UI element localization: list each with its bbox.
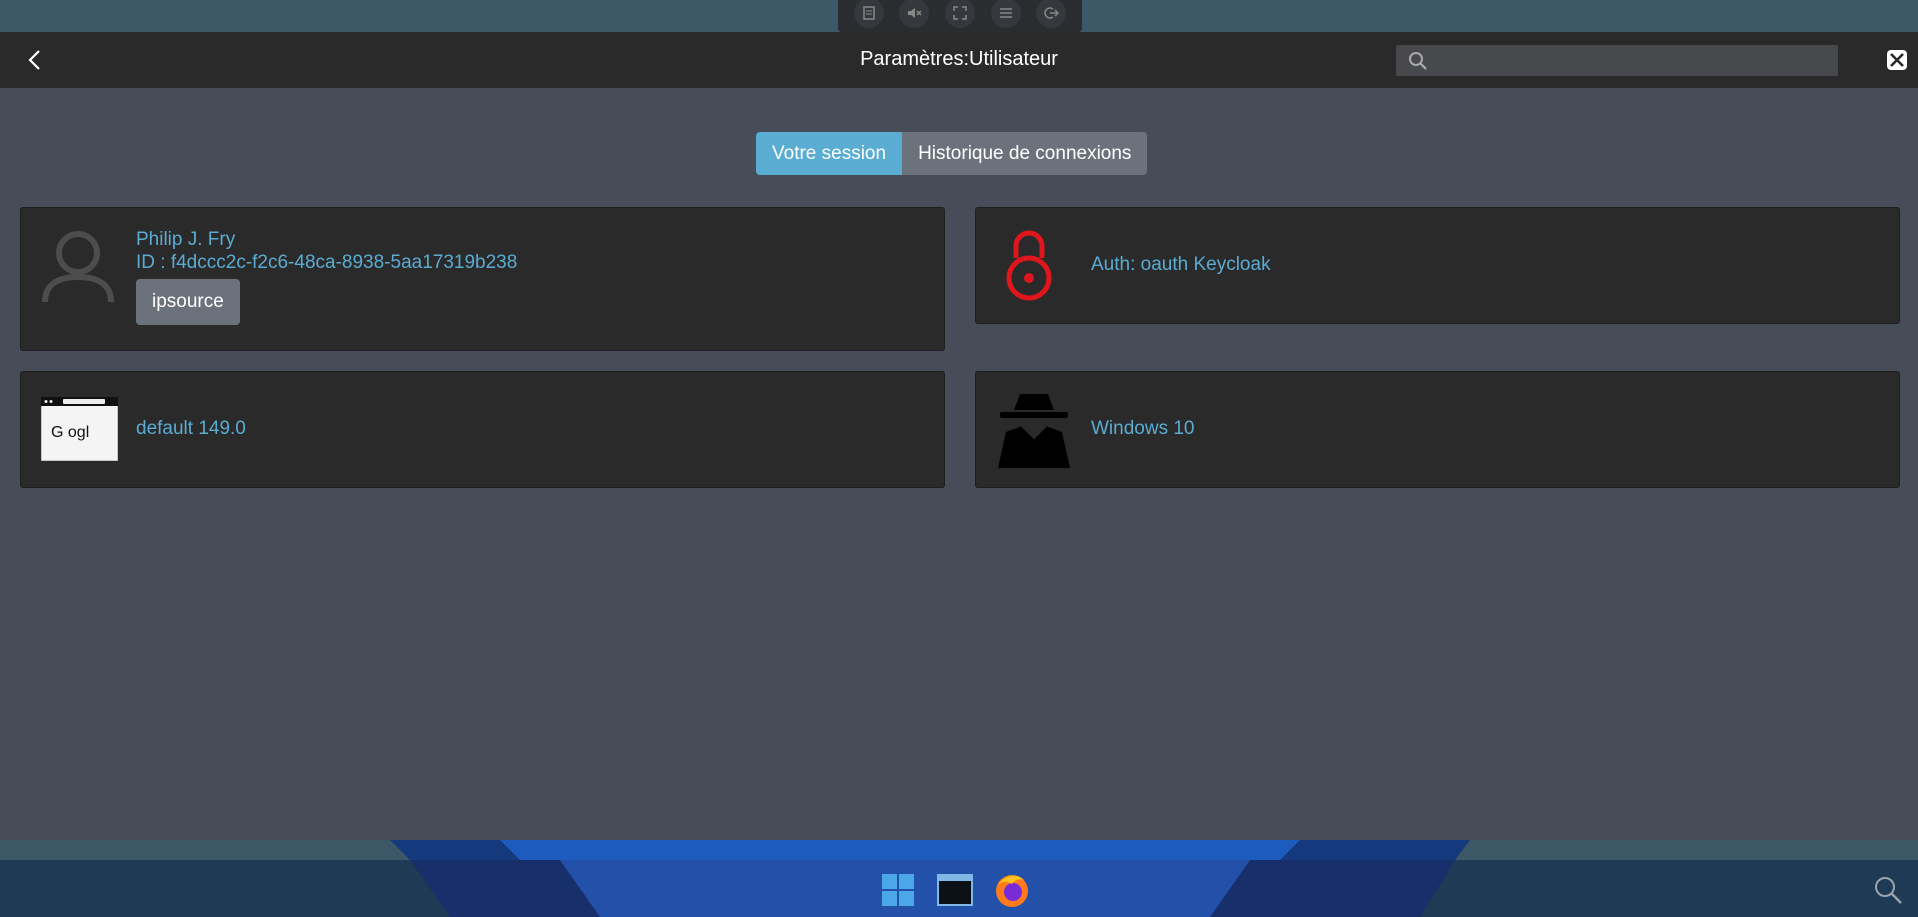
- tab-votre-session[interactable]: Votre session: [756, 132, 903, 175]
- auth-text: Auth: oauth Keycloak: [1091, 254, 1271, 275]
- tab-historique-connexions[interactable]: Historique de connexions: [902, 132, 1148, 175]
- taskbar: [0, 860, 1918, 917]
- remote-toolbar: [838, 0, 1082, 32]
- user-card: Philip J. Fry ID : f4dccc2c-f2c6-48ca-89…: [20, 207, 945, 351]
- user-id: ID : f4dccc2c-f2c6-48ca-8938-5aa17319b23…: [136, 252, 518, 273]
- user-name: Philip J. Fry: [136, 229, 236, 250]
- browser-thumbnail-text: G ogl: [51, 424, 90, 441]
- clipboard-icon[interactable]: [853, 0, 884, 28]
- settings-window: Paramètres:Utilisateur Votre session His…: [0, 32, 1918, 840]
- window-app-icon[interactable]: [937, 872, 973, 908]
- firefox-icon[interactable]: [994, 872, 1030, 908]
- browser-version: default 149.0: [136, 418, 246, 439]
- os-card: Windows 10: [975, 371, 1900, 488]
- titlebar: Paramètres:Utilisateur: [0, 32, 1918, 88]
- session-tabs: Votre session Historique de connexions: [756, 132, 1148, 175]
- search-box[interactable]: [1396, 45, 1838, 76]
- lock-icon: [1006, 230, 1052, 301]
- os-name: Windows 10: [1091, 418, 1195, 439]
- close-icon: [1887, 50, 1907, 70]
- auth-card: Auth: oauth Keycloak: [975, 207, 1900, 324]
- mute-icon[interactable]: [899, 0, 930, 28]
- search-input[interactable]: [1438, 45, 1830, 76]
- fullscreen-icon[interactable]: [944, 0, 975, 28]
- incognito-icon: [998, 394, 1070, 468]
- start-menu-icon[interactable]: [880, 872, 916, 908]
- search-taskbar-icon[interactable]: [1870, 872, 1906, 908]
- search-icon: [1409, 52, 1427, 70]
- close-button[interactable]: [1886, 49, 1908, 71]
- logout-icon[interactable]: [1036, 0, 1067, 28]
- ipsource-button[interactable]: ipsource: [136, 279, 240, 325]
- wallpaper-shape: [390, 840, 1470, 860]
- desktop-wallpaper-strip: [0, 840, 1918, 860]
- browser-card: G ogl default 149.0: [20, 371, 945, 488]
- menu-list-icon[interactable]: [990, 0, 1021, 28]
- user-avatar-icon: [42, 231, 114, 303]
